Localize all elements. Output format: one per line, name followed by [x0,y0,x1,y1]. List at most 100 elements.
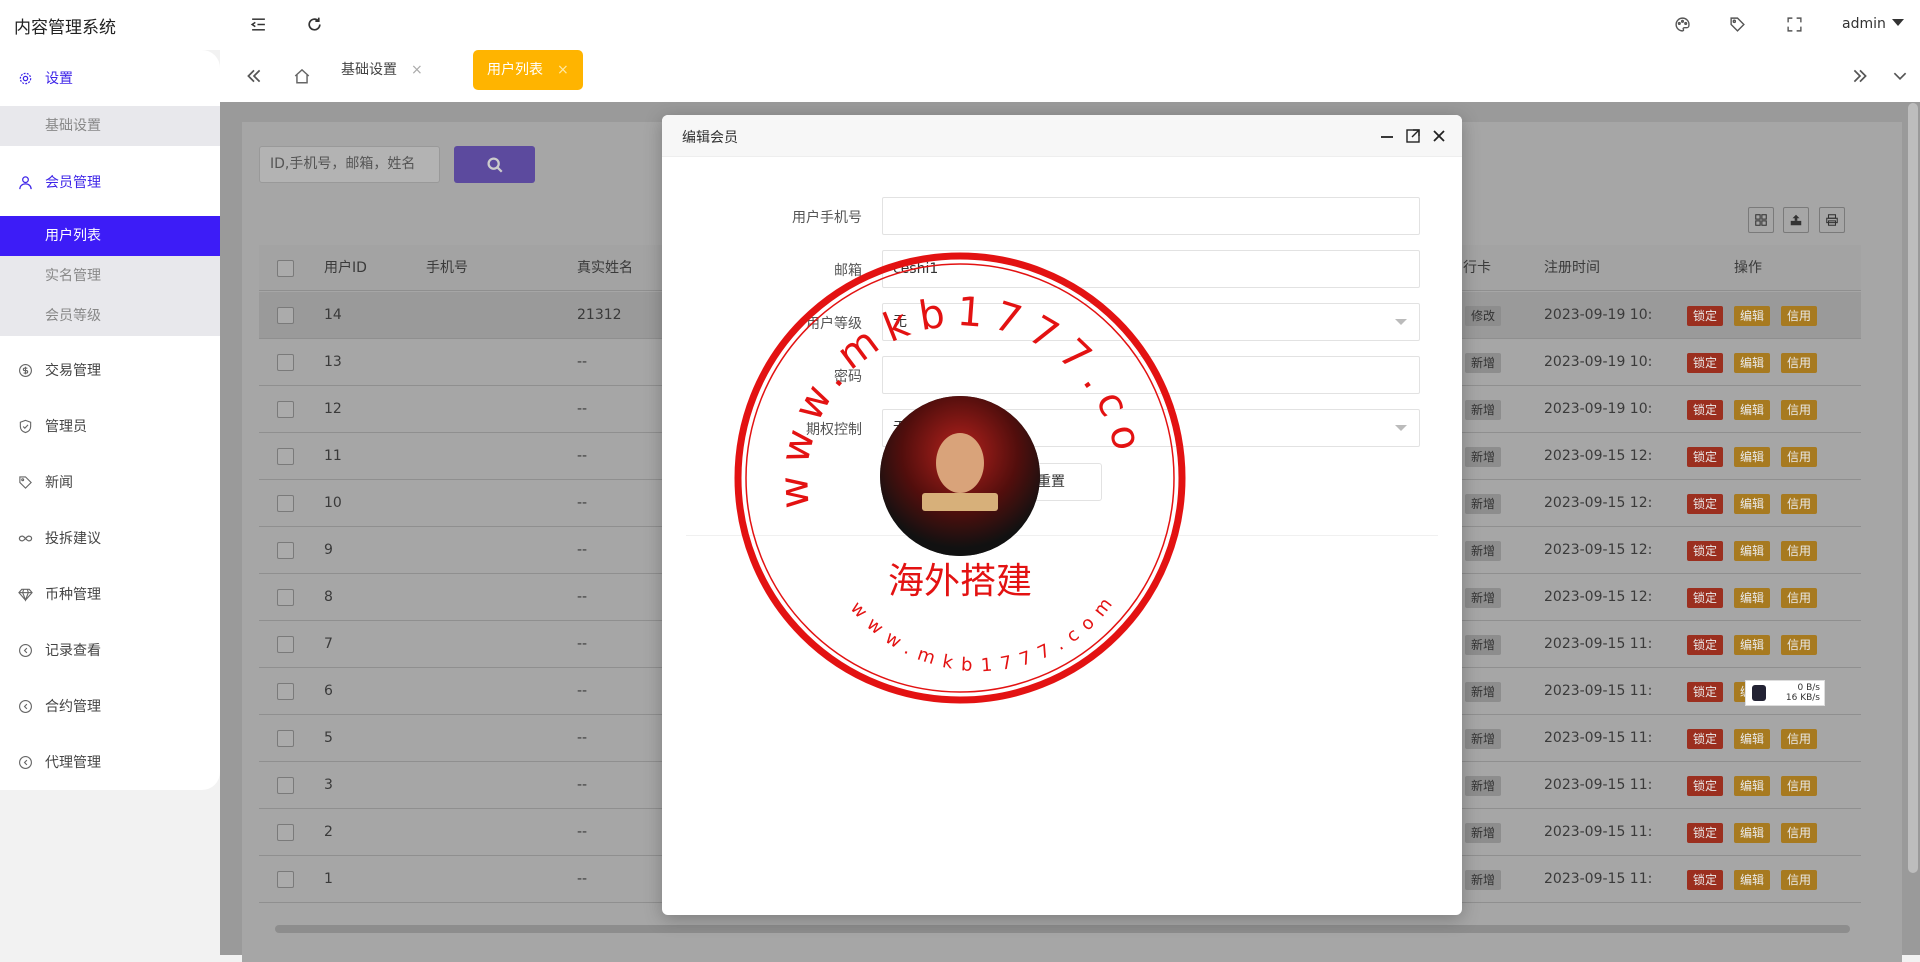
credit-button[interactable]: 信用 [1781,823,1818,843]
vertical-scrollbar[interactable] [1908,103,1918,873]
tabs-scroll-left-icon[interactable] [234,50,274,102]
bank-card-button[interactable]: 新增 [1465,353,1502,373]
row-checkbox[interactable] [277,401,294,418]
credit-button[interactable]: 信用 [1781,447,1818,467]
sidebar-group-currency[interactable]: 币种管理 [0,568,220,620]
row-checkbox[interactable] [277,871,294,888]
row-checkbox[interactable] [277,354,294,371]
tabs-menu-chevron-down-icon[interactable] [1880,50,1920,102]
close-icon[interactable] [1429,126,1449,146]
lock-button[interactable]: 锁定 [1687,400,1724,420]
home-icon[interactable] [282,50,322,102]
credit-button[interactable]: 信用 [1781,776,1818,796]
bank-card-button[interactable]: 新增 [1465,635,1502,655]
export-icon[interactable] [1783,207,1809,233]
credit-button[interactable]: 信用 [1781,729,1818,749]
tabs-scroll-right-icon[interactable] [1840,50,1880,102]
search-button[interactable] [454,146,535,183]
palette-icon[interactable] [1672,14,1692,34]
row-checkbox[interactable] [277,495,294,512]
credit-button[interactable]: 信用 [1781,635,1818,655]
edit-button[interactable]: 编辑 [1734,588,1771,608]
columns-icon[interactable] [1748,207,1774,233]
lock-button[interactable]: 锁定 [1687,306,1724,326]
sidebar-group-trade[interactable]: 交易管理 [0,344,220,396]
tag-icon[interactable] [1727,14,1747,34]
select-all-checkbox[interactable] [277,260,294,277]
sidebar-item-realname[interactable]: 实名管理 [0,256,220,296]
phone-input[interactable] [882,197,1420,235]
bank-card-button[interactable]: 新增 [1465,729,1502,749]
edit-button[interactable]: 编辑 [1734,823,1771,843]
sidebar-item-basic-settings[interactable]: 基础设置 [0,106,220,146]
print-icon[interactable] [1819,207,1845,233]
close-icon[interactable]: × [557,62,569,78]
row-checkbox[interactable] [277,636,294,653]
row-checkbox[interactable] [277,683,294,700]
sidebar-group-settings[interactable]: 设置 [0,52,220,104]
bank-card-button[interactable]: 新增 [1465,447,1502,467]
bank-card-button[interactable]: 新增 [1465,494,1502,514]
sidebar-group-contracts[interactable]: 合约管理 [0,680,220,732]
row-checkbox[interactable] [277,448,294,465]
lock-button[interactable]: 锁定 [1687,823,1724,843]
row-checkbox[interactable] [277,730,294,747]
sidebar-group-feedback[interactable]: 投拆建议 [0,512,220,564]
credit-button[interactable]: 信用 [1781,541,1818,561]
row-checkbox[interactable] [277,777,294,794]
lock-button[interactable]: 锁定 [1687,682,1724,702]
lock-button[interactable]: 锁定 [1687,870,1724,890]
minimize-icon[interactable] [1377,126,1397,146]
edit-button[interactable]: 编辑 [1734,494,1771,514]
edit-button[interactable]: 编辑 [1734,729,1771,749]
horizontal-scrollbar[interactable] [275,925,1850,933]
credit-button[interactable]: 信用 [1781,400,1818,420]
row-checkbox[interactable] [277,542,294,559]
sidebar-group-admin[interactable]: 管理员 [0,400,220,452]
credit-button[interactable]: 信用 [1781,306,1818,326]
credit-button[interactable]: 信用 [1781,494,1818,514]
tab-basic-settings[interactable]: 基础设置 × [341,50,423,90]
sidebar-group-news[interactable]: 新闻 [0,456,220,508]
tab-user-list[interactable]: 用户列表 × [473,50,583,90]
credit-button[interactable]: 信用 [1781,588,1818,608]
bank-card-button[interactable]: 新增 [1465,823,1502,843]
refresh-icon[interactable] [304,14,324,34]
bank-card-button[interactable]: 新增 [1465,870,1502,890]
sidebar-group-agents[interactable]: 代理管理 [0,736,220,788]
row-checkbox[interactable] [277,824,294,841]
maximize-icon[interactable] [1403,126,1423,146]
close-icon[interactable]: × [411,62,423,78]
row-checkbox[interactable] [277,589,294,606]
edit-button[interactable]: 编辑 [1734,776,1771,796]
edit-button[interactable]: 编辑 [1734,541,1771,561]
credit-button[interactable]: 信用 [1781,870,1818,890]
edit-button[interactable]: 编辑 [1734,306,1771,326]
lock-button[interactable]: 锁定 [1687,494,1724,514]
lock-button[interactable]: 锁定 [1687,447,1724,467]
lock-button[interactable]: 锁定 [1687,588,1724,608]
lock-button[interactable]: 锁定 [1687,353,1724,373]
sidebar-item-member-level[interactable]: 会员等级 [0,296,220,336]
lock-button[interactable]: 锁定 [1687,776,1724,796]
sidebar-group-members[interactable]: 会员管理 [0,156,220,208]
bank-card-button[interactable]: 新增 [1465,541,1502,561]
bank-card-button[interactable]: 新增 [1465,588,1502,608]
edit-button[interactable]: 编辑 [1734,635,1771,655]
bank-card-button[interactable]: 新增 [1465,682,1502,702]
edit-button[interactable]: 编辑 [1734,870,1771,890]
bank-card-button[interactable]: 修改 [1465,306,1502,326]
bank-card-button[interactable]: 新增 [1465,776,1502,796]
user-menu[interactable]: admin [1842,16,1904,32]
credit-button[interactable]: 信用 [1781,353,1818,373]
lock-button[interactable]: 锁定 [1687,729,1724,749]
sidebar-group-records[interactable]: 记录查看 [0,624,220,676]
edit-button[interactable]: 编辑 [1734,400,1771,420]
sidebar-item-user-list[interactable]: 用户列表 [0,216,220,256]
edit-button[interactable]: 编辑 [1734,447,1771,467]
collapse-menu-icon[interactable] [248,14,268,34]
lock-button[interactable]: 锁定 [1687,635,1724,655]
search-input[interactable]: ID,手机号，邮箱，姓名 [259,146,440,183]
row-checkbox[interactable] [277,307,294,324]
fullscreen-icon[interactable] [1784,14,1804,34]
